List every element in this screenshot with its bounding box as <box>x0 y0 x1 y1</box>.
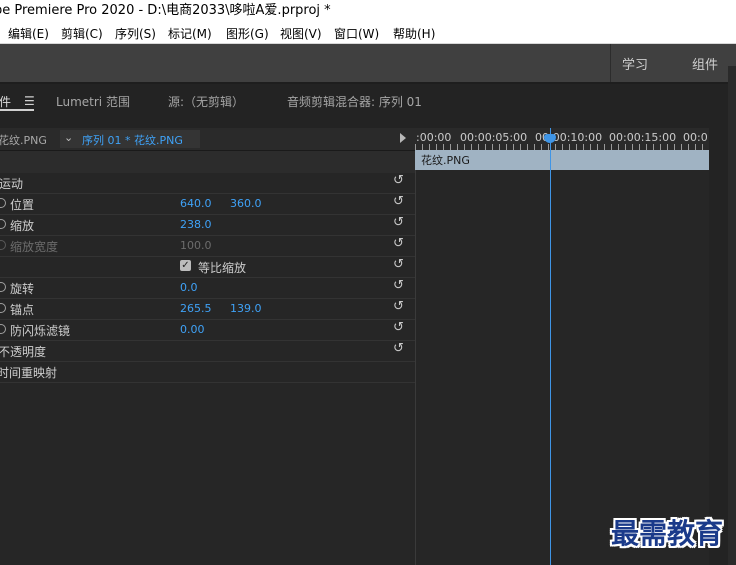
master-clip-label[interactable]: 花纹.PNG <box>0 132 47 148</box>
panel-content: 花纹.PNG ⌄ 序列 01 * 花纹.PNG 运动 ↺ 位置 640.0 36… <box>0 128 736 565</box>
anchor-x-value[interactable]: 265.5 <box>180 302 212 315</box>
menu-clip[interactable]: 剪辑(C) <box>61 25 103 42</box>
stopwatch-icon[interactable] <box>0 303 6 313</box>
property-scale-width: 缩放宽度 100.0 ↺ <box>0 235 415 257</box>
property-uniform-scale: ✓ 等比缩放 ↺ <box>0 256 415 278</box>
rotation-label: 旋转 <box>10 282 35 296</box>
property-scale: 缩放 238.0 ↺ <box>0 214 415 236</box>
sequence-clip-selector[interactable]: ⌄ 序列 01 * 花纹.PNG <box>60 130 200 148</box>
menu-graphics[interactable]: 图形(G) <box>226 25 269 42</box>
tab-audio-clip-mixer[interactable]: 音频剪辑混合器: 序列 01 <box>287 93 422 110</box>
motion-label: 运动 <box>0 177 24 191</box>
reset-icon[interactable]: ↺ <box>393 195 407 209</box>
property-rotation: 旋转 0.0 ↺ <box>0 277 415 299</box>
reset-icon[interactable]: ↺ <box>393 216 407 230</box>
reset-icon[interactable]: ↺ <box>393 258 407 272</box>
property-anti-flicker: 防闪烁滤镜 0.00 ↺ <box>0 319 415 341</box>
workspace-separator <box>610 44 611 82</box>
video-effects-header <box>0 150 415 173</box>
window-title-bar: be Premiere Pro 2020 - D:\电商2033\哆啦A爱.pr… <box>0 0 736 22</box>
reset-icon[interactable]: ↺ <box>393 342 407 356</box>
effect-properties-list: 花纹.PNG ⌄ 序列 01 * 花纹.PNG 运动 ↺ 位置 640.0 36… <box>0 128 415 565</box>
property-time-remapping[interactable]: 时间重映射 <box>0 361 415 383</box>
sequence-clip-label: 序列 01 * 花纹.PNG <box>82 134 183 147</box>
anchor-y-value[interactable]: 139.0 <box>230 302 262 315</box>
timeline-clip[interactable]: 花纹.PNG <box>415 150 709 170</box>
workspace-bar: 学习 组件 <box>0 44 736 84</box>
stopwatch-icon[interactable] <box>0 324 6 334</box>
menu-sequence[interactable]: 序列(S) <box>115 25 156 42</box>
tab-source[interactable]: 源:（无剪辑） <box>168 93 244 110</box>
stopwatch-icon[interactable] <box>0 219 6 229</box>
scale-label: 缩放 <box>10 219 35 233</box>
uniform-scale-checkbox[interactable]: ✓ <box>180 260 191 271</box>
uniform-scale-label: 等比缩放 <box>198 261 247 275</box>
workspace-learn-tab[interactable]: 学习 <box>622 54 648 73</box>
timecode-label: 00:00:05:00 <box>460 131 528 144</box>
reset-icon[interactable]: ↺ <box>393 279 407 293</box>
menu-window[interactable]: 窗口(W) <box>334 25 379 42</box>
anchor-label: 锚点 <box>10 303 35 317</box>
chevron-down-icon: ⌄ <box>64 131 74 144</box>
anti-flicker-label: 防闪烁滤镜 <box>10 324 71 338</box>
panel-menu-icon[interactable]: ☰ <box>24 94 35 108</box>
timeline-clip-label: 花纹.PNG <box>421 154 470 167</box>
position-label: 位置 <box>10 198 35 212</box>
reset-icon[interactable]: ↺ <box>393 300 407 314</box>
source-bar: 花纹.PNG ⌄ 序列 01 * 花纹.PNG <box>0 128 415 150</box>
playhead-line[interactable] <box>550 128 551 565</box>
anti-flicker-value[interactable]: 0.00 <box>180 323 205 336</box>
time-ruler[interactable]: :00:00 00:00:05:00 00:00:10:00 00:00:15:… <box>415 128 709 150</box>
effect-timeline: :00:00 00:00:05:00 00:00:10:00 00:00:15:… <box>415 128 736 565</box>
active-tab-underline <box>0 109 34 111</box>
expand-timeline-icon[interactable] <box>400 133 406 143</box>
tab-effect-controls[interactable]: 件 <box>0 93 11 110</box>
property-opacity[interactable]: 不透明度 ↺ <box>0 340 415 362</box>
scale-value[interactable]: 238.0 <box>180 218 212 231</box>
time-remapping-label: 时间重映射 <box>0 366 58 380</box>
stopwatch-icon <box>0 240 6 250</box>
property-position: 位置 640.0 360.0 ↺ <box>0 193 415 215</box>
position-x-value[interactable]: 640.0 <box>180 197 212 210</box>
effect-controls-panel: 件 ☰ Lumetri 范围 源:（无剪辑） 音频剪辑混合器: 序列 01 花纹… <box>0 84 736 565</box>
rotation-value[interactable]: 0.0 <box>180 281 198 294</box>
reset-icon[interactable]: ↺ <box>393 321 407 335</box>
property-anchor-point: 锚点 265.5 139.0 ↺ <box>0 298 415 320</box>
menu-marker[interactable]: 标记(M) <box>168 25 212 42</box>
window-title: be Premiere Pro 2020 - D:\电商2033\哆啦A爱.pr… <box>0 3 331 18</box>
vertical-scrollbar[interactable] <box>728 66 736 565</box>
reset-icon[interactable]: ↺ <box>393 174 407 188</box>
scale-width-label: 缩放宽度 <box>10 240 59 254</box>
reset-icon[interactable]: ↺ <box>393 237 407 251</box>
menu-edit[interactable]: 编辑(E) <box>8 25 49 42</box>
panel-divider <box>415 128 416 565</box>
timecode-label: :00:00 <box>416 131 452 144</box>
menu-bar: 编辑(E) 剪辑(C) 序列(S) 标记(M) 图形(G) 视图(V) 窗口(W… <box>0 22 736 44</box>
scale-width-value: 100.0 <box>180 239 212 252</box>
menu-help[interactable]: 帮助(H) <box>393 25 435 42</box>
menu-view[interactable]: 视图(V) <box>280 25 322 42</box>
opacity-label: 不透明度 <box>0 345 47 359</box>
timecode-label: 00:0 <box>683 131 708 144</box>
timecode-label: 00:00:15:00 <box>609 131 677 144</box>
panel-tab-bar: 件 ☰ Lumetri 范围 源:（无剪辑） 音频剪辑混合器: 序列 01 <box>0 84 736 118</box>
property-motion[interactable]: 运动 ↺ <box>0 172 415 194</box>
position-y-value[interactable]: 360.0 <box>230 197 262 210</box>
tab-lumetri-scopes[interactable]: Lumetri 范围 <box>56 93 130 110</box>
stopwatch-icon[interactable] <box>0 282 6 292</box>
workspace-assembly-tab[interactable]: 组件 <box>692 54 718 73</box>
stopwatch-icon[interactable] <box>0 198 6 208</box>
watermark-text: 最需教育 <box>611 517 724 550</box>
